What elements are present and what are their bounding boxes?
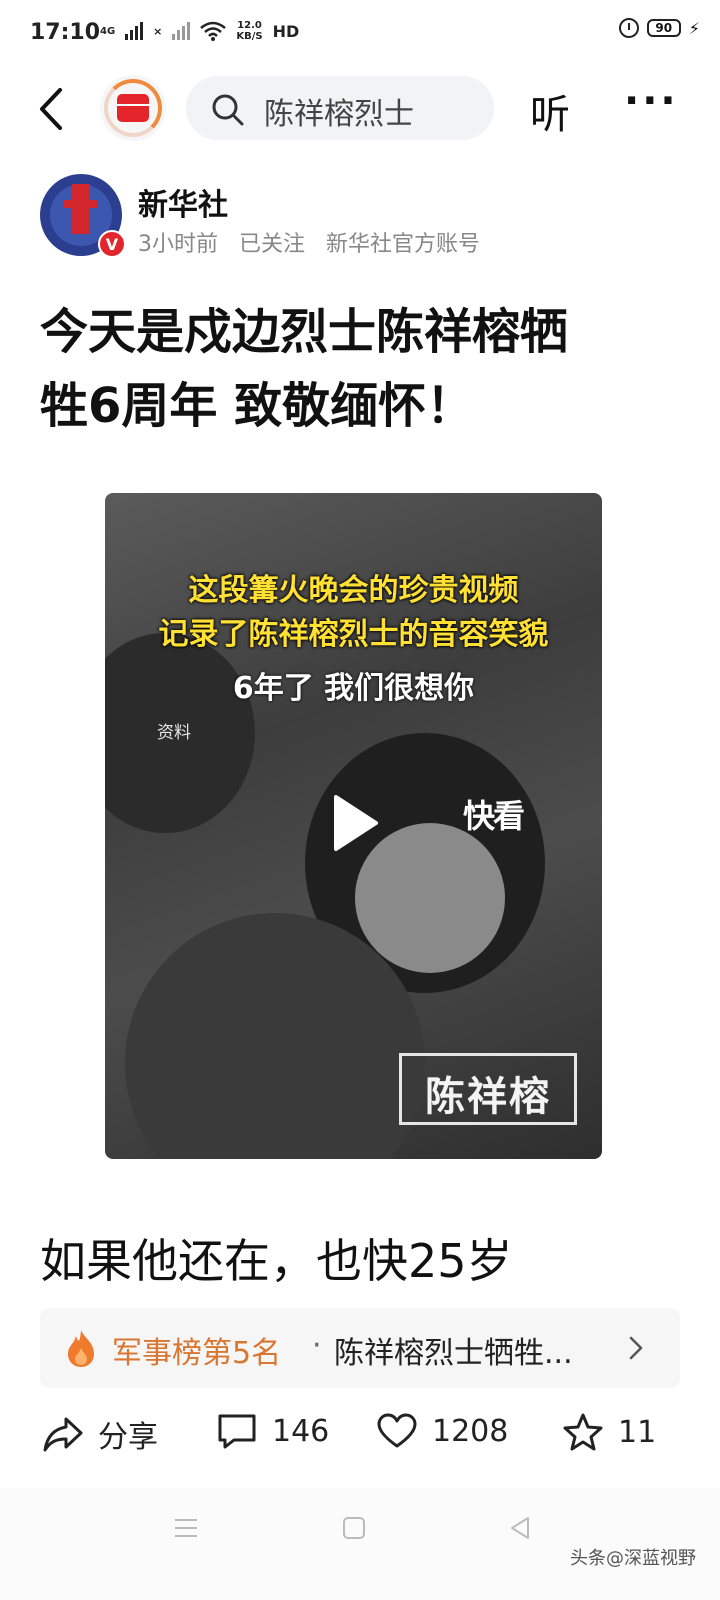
- verified-badge: V: [98, 230, 126, 258]
- like-button[interactable]: 1208: [376, 1412, 508, 1450]
- alarm-icon: [618, 18, 639, 38]
- hot-rank: 军事榜第5名: [112, 1336, 282, 1371]
- network-2-label: ×: [153, 24, 163, 38]
- battery-indicator: 90: [646, 19, 681, 37]
- watermark: 头条@深蓝视野: [570, 1548, 696, 1569]
- search-icon: [212, 94, 244, 126]
- net-speed-unit: KB/S: [236, 31, 263, 42]
- comment-count: 146: [272, 1413, 330, 1449]
- status-icons: 4G × 12.0 KB/S HD: [100, 20, 299, 42]
- author-row: V 新华社 3小时前 已关注 新华社官方账号: [40, 172, 680, 262]
- wifi-icon: [200, 21, 227, 41]
- app-logo-icon: [117, 94, 149, 122]
- video-name-label: 陈祥榕: [425, 1073, 551, 1120]
- home-icon[interactable]: [340, 1514, 368, 1542]
- star-icon: [563, 1413, 603, 1451]
- post-time: 3小时前: [138, 232, 218, 257]
- menu-icon[interactable]: [172, 1514, 200, 1542]
- headline-line-2: 牲6周年 致敬缅怀！: [40, 378, 475, 434]
- favorite-button[interactable]: 11: [562, 1412, 656, 1452]
- comment-button[interactable]: 146: [216, 1412, 329, 1450]
- follow-status[interactable]: 已关注: [239, 232, 305, 257]
- article-headline: 今天是戍边烈士陈祥榕牺 牲6周年 致敬缅怀！: [40, 295, 680, 443]
- network-4g-label: 4G: [100, 25, 116, 37]
- video-logo: 快看: [463, 797, 525, 835]
- charging-icon: ⚡: [688, 18, 700, 38]
- author-meta: 3小时前 已关注 新华社官方账号: [138, 226, 494, 258]
- share-icon: [43, 1417, 83, 1452]
- back-button[interactable]: [32, 84, 72, 134]
- status-time: 17:10: [30, 20, 101, 45]
- listen-button[interactable]: 听: [530, 82, 570, 140]
- hot-list-row[interactable]: 军事榜第5名 · 陈祥榕烈士牺牲...: [40, 1308, 680, 1388]
- article-body-text: 如果他还在，也快25岁: [40, 1234, 513, 1288]
- signal-icon: [125, 22, 144, 40]
- status-right: 90 ⚡: [618, 18, 700, 38]
- chevron-right-icon: [629, 1336, 643, 1360]
- chevron-left-icon: [40, 88, 62, 130]
- author-name[interactable]: 新华社: [138, 180, 228, 224]
- heart-icon: [377, 1413, 417, 1448]
- avatar-tower-shape: [72, 184, 90, 234]
- hot-title: 陈祥榕烈士牺牲...: [334, 1336, 573, 1371]
- net-speed-value: 12.0: [237, 20, 262, 31]
- signal-2-icon: [172, 22, 191, 40]
- system-nav-bar: 头条@深蓝视野: [0, 1488, 720, 1600]
- video-player[interactable]: 这段篝火晚会的珍贵视频 记录了陈祥榕烈士的音容笑貌 6年了 我们很想你 资料 快…: [105, 493, 602, 1159]
- search-box[interactable]: 陈祥榕烈士: [186, 76, 494, 140]
- net-speed: 12.0 KB/S: [236, 20, 262, 42]
- share-label: 分享: [98, 1420, 158, 1455]
- status-bar: 17:10 4G × 12.0 KB/S HD 90 ⚡: [0, 0, 720, 70]
- video-name-box: 陈祥榕: [399, 1053, 577, 1125]
- favorite-count: 11: [618, 1414, 657, 1450]
- search-text: 陈祥榕烈士: [264, 97, 414, 132]
- hot-separator: ·: [312, 1328, 322, 1363]
- video-caption-line-1: 这段篝火晚会的珍贵视频: [188, 573, 519, 608]
- more-button[interactable]: ···: [624, 78, 679, 124]
- video-caption-line-3: 6年了 我们很想你: [232, 671, 475, 706]
- play-icon[interactable]: [330, 793, 380, 853]
- back-triangle-icon[interactable]: [506, 1514, 534, 1542]
- video-caption-line-2: 记录了陈祥榕烈士的音容笑貌: [158, 617, 549, 652]
- avatar-tower-bar: [64, 200, 98, 208]
- app-logo-button[interactable]: [100, 75, 166, 141]
- like-count: 1208: [432, 1413, 509, 1449]
- comment-icon: [218, 1414, 256, 1449]
- share-button[interactable]: 分享: [42, 1412, 158, 1456]
- hd-label: HD: [272, 21, 300, 41]
- video-source-label: 资料: [157, 723, 191, 743]
- account-description: 新华社官方账号: [326, 232, 481, 257]
- headline-line-1: 今天是戍边烈士陈祥榕牺: [40, 304, 569, 360]
- top-bar: 陈祥榕烈士 听 ···: [0, 70, 720, 150]
- action-bar: 分享 146 1208 11: [0, 1398, 720, 1468]
- fire-icon: [68, 1330, 94, 1367]
